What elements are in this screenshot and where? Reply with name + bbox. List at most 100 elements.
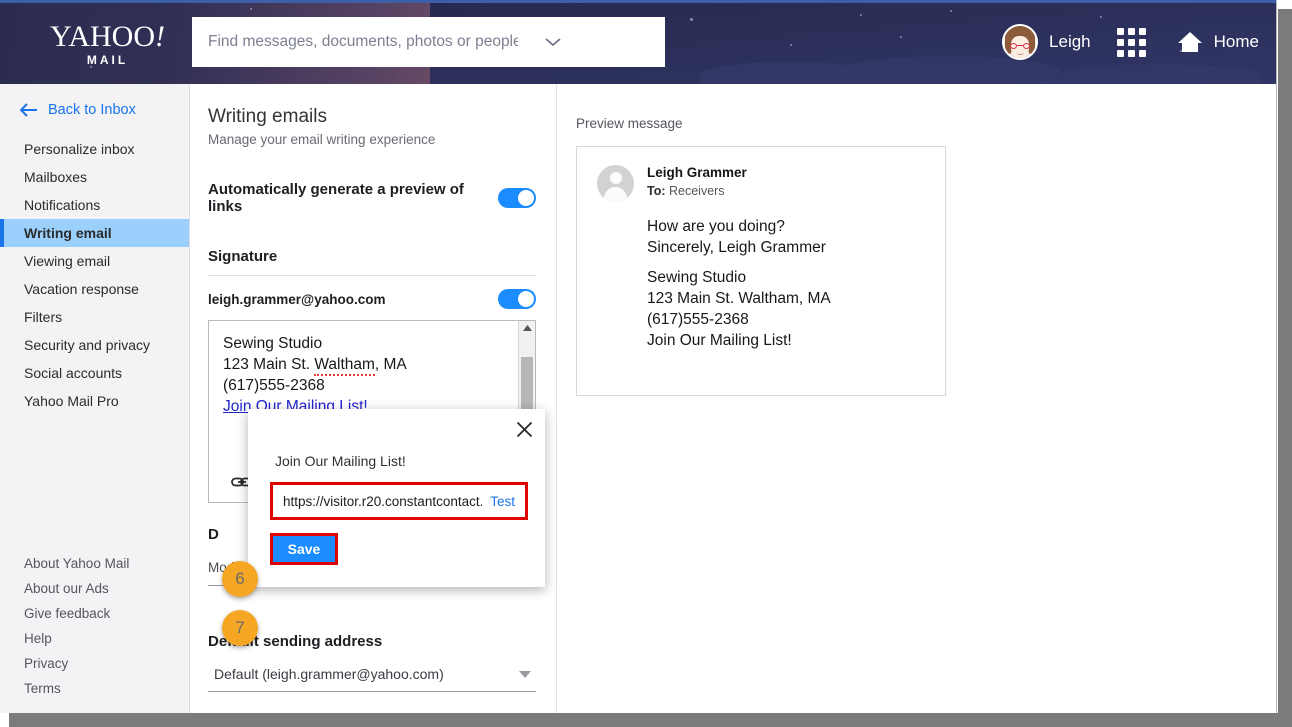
sidebar-item-label: Social accounts xyxy=(24,365,123,381)
sidebar-item-vacation-response[interactable]: Vacation response xyxy=(0,275,189,303)
page-title: Writing emails xyxy=(208,106,327,127)
sidebar-item-label: Notifications xyxy=(24,197,101,213)
sidebar-item-label: Writing email xyxy=(24,225,112,241)
sidebar-item-label: Filters xyxy=(24,309,63,325)
signature-line-2-misspelled: Waltham xyxy=(314,356,375,376)
scroll-up-arrow-icon[interactable] xyxy=(519,324,535,332)
star-decoration xyxy=(860,14,862,16)
search-icon xyxy=(608,31,629,52)
header-right-cluster: Leigh Home xyxy=(1002,17,1259,67)
search-input[interactable] xyxy=(192,17,534,67)
sidebar-item-social-accounts[interactable]: Social accounts xyxy=(0,359,189,387)
chevron-down-icon[interactable] xyxy=(534,17,572,67)
home-link[interactable]: Home xyxy=(1176,29,1259,55)
edit-link-popup: Join Our Mailing List! Test Save xyxy=(248,409,545,587)
account-menu[interactable]: Leigh xyxy=(1002,24,1117,60)
signature-account-label: leigh.grammer@yahoo.com xyxy=(208,291,386,307)
test-link-button[interactable]: Test xyxy=(490,494,525,509)
preview-links-toggle[interactable] xyxy=(498,188,536,208)
sidebar-item-filters[interactable]: Filters xyxy=(0,303,189,331)
preview-message-header: Leigh Grammer To: Receivers xyxy=(597,165,925,202)
star-decoration xyxy=(900,36,902,38)
page-body: Back to Inbox Personalize inbox Mailboxe… xyxy=(0,84,1276,713)
sidebar-item-personalize-inbox[interactable]: Personalize inbox xyxy=(0,135,189,163)
save-button[interactable]: Save xyxy=(273,536,335,562)
sidebar-item-label: Personalize inbox xyxy=(24,141,135,157)
sidebar-footer-links: About Yahoo Mail About our Ads Give feed… xyxy=(0,551,189,701)
home-label: Home xyxy=(1213,32,1259,51)
footer-link-label: About Yahoo Mail xyxy=(24,556,130,571)
sidebar-item-label: Vacation response xyxy=(24,281,139,297)
user-name-label: Leigh xyxy=(1049,32,1091,51)
default-sending-address-heading: Default sending address xyxy=(208,633,383,650)
footer-link-about-our-ads[interactable]: About our Ads xyxy=(0,576,189,601)
home-icon xyxy=(1177,32,1202,52)
preview-message-card: Leigh Grammer To: Receivers How are you … xyxy=(576,146,946,396)
star-decoration xyxy=(250,8,252,10)
logo-subtext: MAIL xyxy=(86,53,129,67)
apps-grid-icon[interactable] xyxy=(1116,27,1146,57)
back-to-inbox-link[interactable]: Back to Inbox xyxy=(0,84,189,118)
sidebar-item-viewing-email[interactable]: Viewing email xyxy=(0,247,189,275)
star-decoration xyxy=(690,18,693,21)
preview-recipient-row: To: Receivers xyxy=(647,184,747,198)
star-decoration xyxy=(950,10,952,12)
sidebar-item-label: Yahoo Mail Pro xyxy=(24,393,119,409)
footer-link-label: Terms xyxy=(24,681,61,696)
footer-link-terms[interactable]: Terms xyxy=(0,676,189,701)
signature-toggle[interactable] xyxy=(498,289,536,309)
step-badge-6: 6 xyxy=(222,561,258,597)
star-decoration xyxy=(790,44,792,46)
signature-line-1: Sewing Studio xyxy=(223,335,323,352)
scrollbar-thumb[interactable] xyxy=(521,357,533,415)
browser-window: YAHOO! MAIL Find messages, documents, ph… xyxy=(0,0,1277,713)
footer-link-about-yahoo-mail[interactable]: About Yahoo Mail xyxy=(0,551,189,576)
logo-text: YAHOO xyxy=(50,20,155,53)
preview-to-value: Receivers xyxy=(665,184,725,198)
search-button[interactable] xyxy=(572,17,665,67)
footer-link-privacy[interactable]: Privacy xyxy=(0,651,189,676)
default-sending-address-select[interactable]: Default (leigh.grammer@yahoo.com) xyxy=(208,666,536,692)
footer-link-give-feedback[interactable]: Give feedback xyxy=(0,601,189,626)
footer-link-help[interactable]: Help xyxy=(0,626,189,651)
preview-body-line-2: Sincerely, Leigh Grammer xyxy=(647,239,826,256)
sidebar-nav-list: Personalize inbox Mailboxes Notification… xyxy=(0,135,189,415)
user-avatar xyxy=(1002,24,1039,60)
window-shadow-bottom xyxy=(8,713,1292,727)
signature-line-2-pre: 123 Main St. xyxy=(223,356,315,373)
dropdown-caret-icon xyxy=(518,666,532,682)
sidebar-item-yahoo-mail-pro[interactable]: Yahoo Mail Pro xyxy=(0,387,189,415)
preview-column: Preview message Leigh Grammer To: Receiv… xyxy=(558,84,1276,713)
logo-exclamation: ! xyxy=(155,20,165,53)
preview-body-line-1: How are you doing? xyxy=(647,218,785,235)
sidebar-item-writing-email[interactable]: Writing email xyxy=(0,219,189,247)
window-corner-top-right xyxy=(1278,0,1292,9)
preview-sender-name: Leigh Grammer xyxy=(647,165,747,180)
preview-body-line-6: Join Our Mailing List! xyxy=(647,332,792,349)
close-icon[interactable] xyxy=(516,421,533,438)
preview-body-line-3: Sewing Studio xyxy=(647,269,747,286)
sidebar-item-mailboxes[interactable]: Mailboxes xyxy=(0,163,189,191)
signature-heading: Signature xyxy=(208,248,278,265)
preview-body-line-5: (617)555-2368 xyxy=(647,311,749,328)
preview-body-line-4: 123 Main St. Waltham, MA xyxy=(647,290,831,307)
window-shadow-right xyxy=(1278,8,1292,727)
save-button-highlight: Save xyxy=(270,533,338,565)
preview-links-label: Automatically generate a preview of link… xyxy=(208,181,464,215)
footer-link-label: Privacy xyxy=(24,656,69,671)
link-url-input[interactable] xyxy=(273,485,491,517)
sidebar-item-notifications[interactable]: Notifications xyxy=(0,191,189,219)
hill-decoration xyxy=(1060,64,1260,84)
yahoo-mail-logo[interactable]: YAHOO! MAIL xyxy=(50,20,165,67)
screenshot-root: YAHOO! MAIL Find messages, documents, ph… xyxy=(0,0,1292,727)
back-to-inbox-label: Back to Inbox xyxy=(48,102,136,118)
header-top-accent-line xyxy=(0,0,1276,3)
footer-link-label: Help xyxy=(24,631,52,646)
default-sending-address-value: Default (leigh.grammer@yahoo.com) xyxy=(214,666,444,682)
sidebar-item-security-and-privacy[interactable]: Security and privacy xyxy=(0,331,189,359)
generic-person-avatar xyxy=(597,165,634,202)
preview-links-setting: Automatically generate a preview of link… xyxy=(208,181,536,215)
footer-link-label: Give feedback xyxy=(24,606,111,621)
search-bar xyxy=(192,17,665,67)
signature-line-3: (617)555-2368 xyxy=(223,377,325,394)
